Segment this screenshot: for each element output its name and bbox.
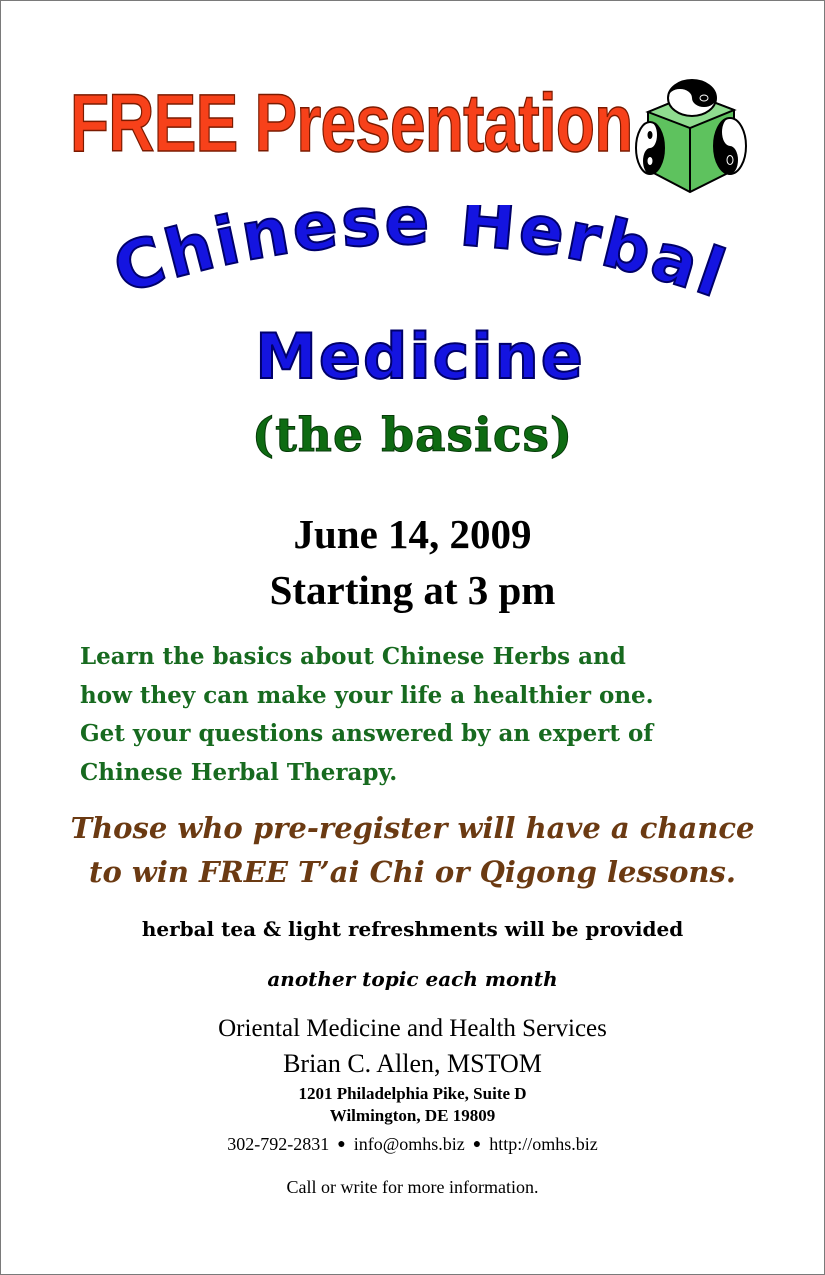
call-to-action: Call or write for more information.: [286, 1177, 539, 1197]
yin-yang-cube-icon: [635, 79, 747, 194]
address-line2: Wilmington, DE 19809: [329, 1106, 496, 1125]
organization-name: Oriental Medicine and Health Services: [218, 1015, 607, 1042]
promo-text: Those who pre-register will have a chanc…: [0, 806, 825, 894]
contact-line: 302-792-2831 ● info@omhs.biz ● http://omhs.b…: [0, 1134, 825, 1155]
promo-line: to win FREE T’ai Chi or Qigong lessons.: [89, 855, 736, 889]
refreshments-note: herbal tea & light refreshments will be …: [141, 917, 684, 941]
email-link[interactable]: info@omhs.biz: [354, 1134, 465, 1154]
main-title-line1: Chinese Herbal: [105, 205, 737, 313]
main-title: Chinese Herbal Medicine: [104, 205, 737, 394]
bullet-separator: ●: [337, 1137, 346, 1152]
promo-line: Those who pre-register will have a chanc…: [70, 811, 755, 845]
website-link[interactable]: http://omhs.biz: [489, 1134, 598, 1154]
description-line: Chinese Herbal Therapy.: [80, 758, 398, 786]
topic-note: another topic each month: [267, 967, 558, 991]
main-title-line2: Medicine: [255, 320, 585, 393]
event-date: June 14, 2009: [293, 511, 532, 557]
free-presentation-heading: FREE Presentation: [69, 77, 633, 170]
presenter-name: Brian C. Allen, MSTOM: [283, 1049, 542, 1078]
phone-number: 302-792-2831: [227, 1134, 330, 1154]
description: Learn the basics about Chinese Herbs and…: [80, 638, 780, 792]
address-line1: 1201 Philadelphia Pike, Suite D: [298, 1084, 527, 1103]
description-line: Learn the basics about Chinese Herbs and: [80, 643, 626, 670]
description-line: Get your questions answered by an expert…: [80, 720, 654, 747]
bullet-separator: ●: [472, 1137, 482, 1152]
subtitle: (the basics): [251, 408, 574, 464]
description-line: how they can make your life a healthier …: [80, 681, 654, 709]
event-time: Starting at 3 pm: [269, 567, 556, 613]
